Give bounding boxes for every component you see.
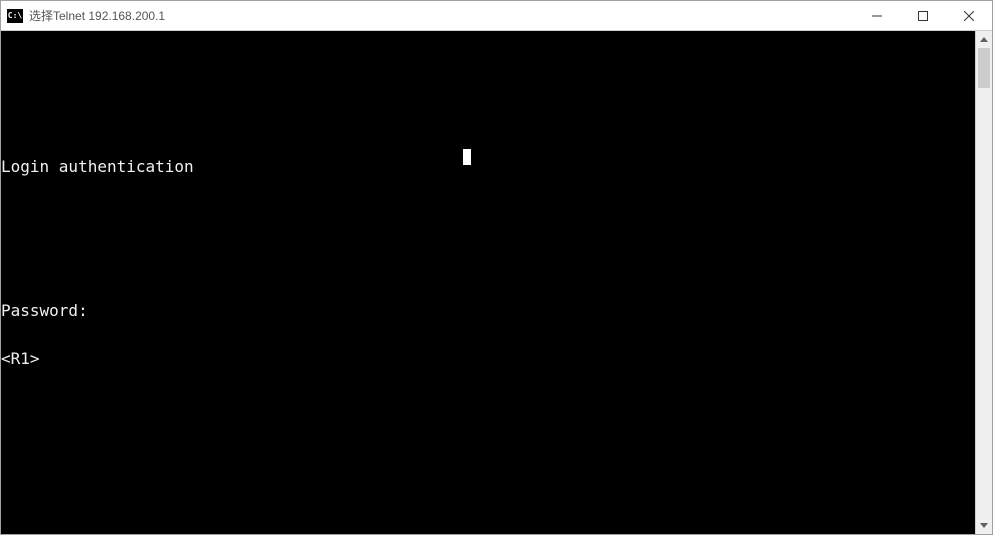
scroll-up-button[interactable] bbox=[976, 31, 992, 48]
scroll-track[interactable] bbox=[976, 48, 992, 517]
terminal-line bbox=[1, 111, 975, 127]
app-icon: C:\ bbox=[7, 9, 23, 23]
terminal-line bbox=[1, 207, 975, 223]
titlebar[interactable]: C:\ 选择Telnet 192.168.200.1 bbox=[1, 1, 992, 31]
terminal-line-prompt: <R1> bbox=[1, 351, 975, 367]
minimize-icon bbox=[872, 11, 882, 21]
maximize-icon bbox=[918, 11, 928, 21]
scroll-thumb[interactable] bbox=[978, 48, 990, 88]
maximize-button[interactable] bbox=[900, 1, 946, 30]
terminal-line bbox=[1, 63, 975, 79]
window-controls bbox=[854, 1, 992, 30]
terminal-line bbox=[1, 255, 975, 271]
client-area: Login authentication Password: <R1> bbox=[1, 31, 992, 534]
scroll-down-button[interactable] bbox=[976, 517, 992, 534]
text-cursor bbox=[463, 149, 471, 165]
app-icon-text: C:\ bbox=[8, 11, 22, 20]
chevron-down-icon bbox=[980, 523, 988, 528]
terminal-window: C:\ 选择Telnet 192.168.200.1 Login authent… bbox=[0, 0, 993, 535]
chevron-up-icon bbox=[980, 37, 988, 42]
close-button[interactable] bbox=[946, 1, 992, 30]
terminal-line-password: Password: bbox=[1, 303, 975, 319]
close-icon bbox=[964, 11, 974, 21]
window-title: 选择Telnet 192.168.200.1 bbox=[29, 7, 854, 24]
minimize-button[interactable] bbox=[854, 1, 900, 30]
vertical-scrollbar[interactable] bbox=[975, 31, 992, 534]
terminal-line-auth: Login authentication bbox=[1, 159, 975, 175]
terminal-output[interactable]: Login authentication Password: <R1> bbox=[1, 31, 975, 534]
